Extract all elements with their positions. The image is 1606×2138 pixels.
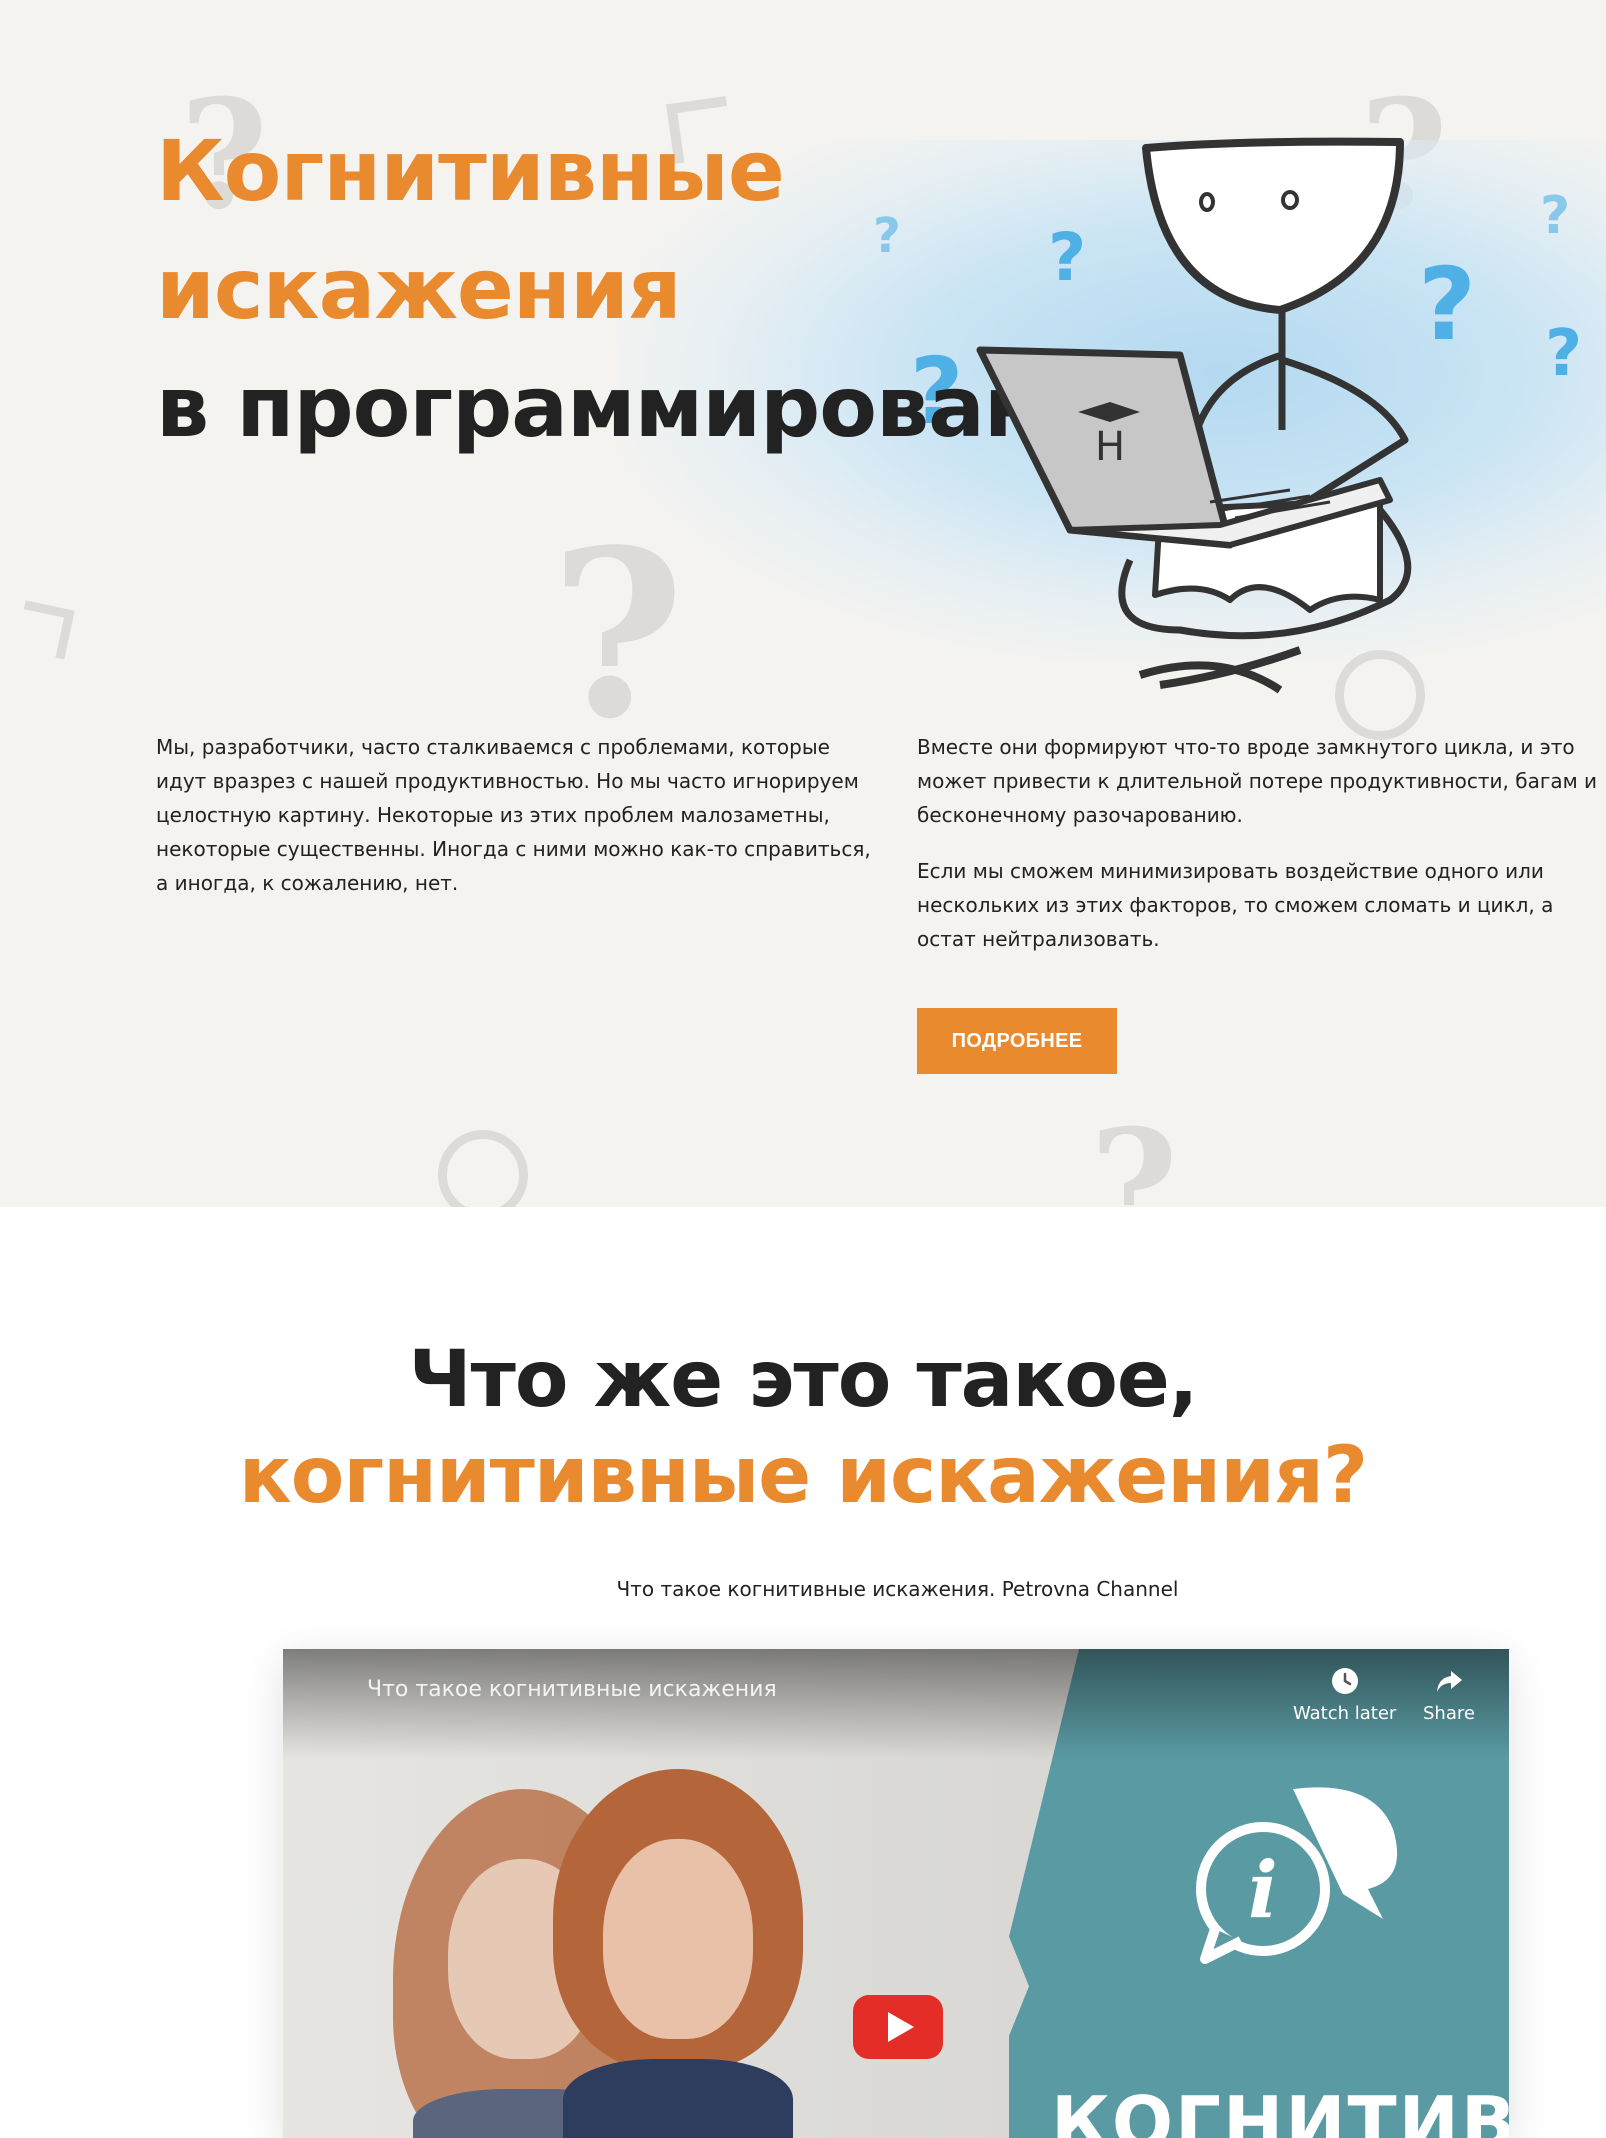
section-title-line1: Что же это такое,: [408, 1335, 1199, 1425]
hero-section: ? ? ? ? ? ? ? ? ? ? Когнитивные искажени…: [0, 0, 1606, 1207]
laptop-logo: H: [1095, 424, 1125, 470]
bg-circle-icon: [438, 1130, 528, 1207]
question-mark-icon: ?: [1540, 186, 1571, 246]
sweater-shape: [563, 2059, 793, 2138]
share-label: Share: [1423, 1703, 1475, 1724]
intro-right-column: Вместе они формируют что-то вроде замкну…: [917, 730, 1606, 978]
chat-info-icon: i: [1196, 1787, 1398, 1964]
info-glyph: i: [1248, 1845, 1278, 1936]
share-arrow-icon: [1436, 1671, 1462, 1692]
video-title[interactable]: Что такое когнитивные искажения: [367, 1677, 777, 1702]
section-title-line2: когнитивные искажения?: [238, 1431, 1368, 1521]
more-button[interactable]: ПОДРОБНЕЕ: [917, 1008, 1117, 1074]
face-shape: [603, 1839, 753, 2039]
presenter-image-right: [553, 1769, 803, 2138]
intro-paragraph: Мы, разработчики, часто сталкиваемся с п…: [156, 735, 871, 895]
bg-question-icon: ?: [1090, 1097, 1178, 1207]
developer-illustration: H: [976, 137, 1412, 694]
intro-paragraph-minimize: Если мы сможем минимизировать воздействи…: [917, 859, 1554, 951]
share-button[interactable]: Share: [1423, 1667, 1475, 1724]
clock-icon: [1331, 1668, 1358, 1694]
play-icon: [888, 2012, 914, 2042]
bg-arrow-icon: [15, 600, 75, 660]
watch-later-label: Watch later: [1293, 1703, 1397, 1724]
play-button[interactable]: [853, 1995, 943, 2059]
video-overlay-text: КОГНИТИВНЫЕ: [1051, 2081, 1509, 2138]
section-title: Что же это такое, когнитивные искажения?: [0, 1332, 1606, 1524]
video-caption: Что такое когнитивные искажения. Petrovn…: [616, 1577, 1179, 1601]
intro-paragraph-cycle: Вместе они формируют что-то вроде замкну…: [917, 735, 1598, 827]
watch-later-button[interactable]: Watch later: [1293, 1667, 1396, 1724]
intro-left-column: Мы, разработчики, часто сталкиваемся с п…: [156, 730, 876, 922]
question-mark-icon: ?: [1545, 317, 1583, 391]
what-is-section: Что же это такое, когнитивные искажения?…: [0, 1207, 1606, 2138]
youtube-video-embed[interactable]: i КОГНИТИВНЫЕ Что такое когнитивные иска…: [283, 1649, 1509, 2138]
